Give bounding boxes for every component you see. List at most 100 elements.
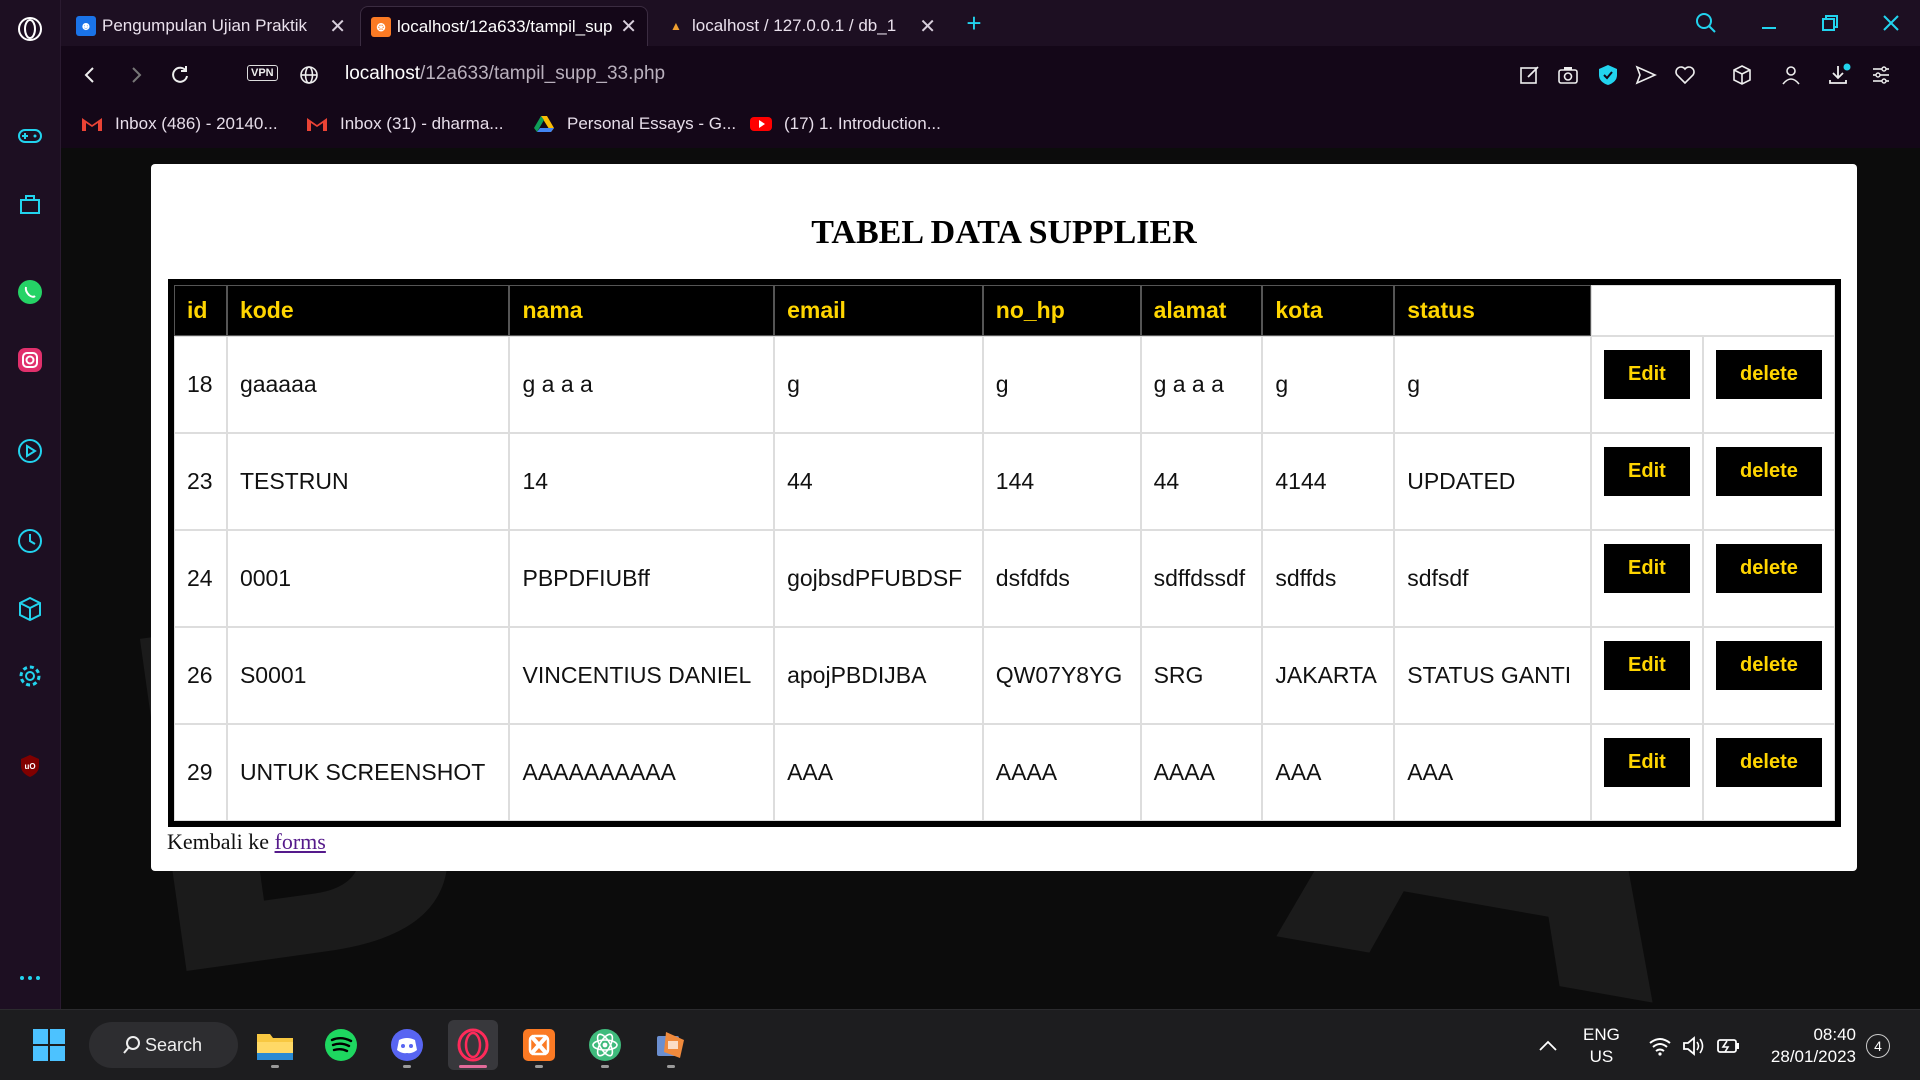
volume-icon[interactable] — [1682, 1010, 1706, 1080]
easy-setup-menu-icon[interactable] — [1868, 62, 1894, 88]
cell-status: AAA — [1394, 724, 1591, 821]
table-row: 18 gaaaaa g a a a g g g a a a g g Edit d… — [174, 336, 1835, 433]
delete-button[interactable]: delete — [1715, 447, 1822, 496]
delete-button[interactable]: delete — [1715, 641, 1822, 690]
heart-icon[interactable] — [1672, 62, 1698, 88]
edit-button[interactable]: Edit — [1603, 641, 1690, 690]
opera-gx-taskbar-icon[interactable] — [448, 1020, 498, 1070]
new-tab-plus-icon[interactable]: + — [954, 8, 994, 38]
globe-icon[interactable] — [294, 60, 324, 90]
language-indicator[interactable]: ENG US — [1583, 1010, 1620, 1080]
cell-id: 24 — [174, 530, 227, 627]
adblock-shield-icon[interactable] — [1595, 62, 1621, 88]
cell-alamat: g a a a — [1140, 336, 1263, 433]
column-header: id — [174, 285, 227, 336]
player-icon[interactable] — [14, 435, 46, 467]
back-link-line: Kembali ke forms — [167, 829, 326, 855]
download-icon[interactable] — [1826, 62, 1852, 88]
forward-arrow-icon[interactable] — [121, 60, 151, 90]
vpn-badge[interactable]: VPN — [247, 65, 278, 81]
delete-button[interactable]: delete — [1715, 544, 1822, 593]
wifi-icon[interactable] — [1648, 1010, 1672, 1080]
column-header: kota — [1262, 285, 1395, 336]
bookmark-google-drive[interactable]: Personal Essays - G... — [533, 114, 736, 134]
taskbar-search[interactable]: Search — [89, 1022, 238, 1068]
xampp-taskbar-icon[interactable] — [514, 1020, 564, 1070]
delete-button[interactable]: delete — [1715, 738, 1822, 787]
cell-kota: AAA — [1262, 724, 1395, 821]
close-tab-icon[interactable]: ✕ — [919, 14, 936, 39]
delete-button[interactable]: delete — [1715, 350, 1822, 399]
cell-status: g — [1394, 336, 1591, 433]
notification-badge[interactable]: 4 — [1866, 1010, 1890, 1080]
restore-icon[interactable] — [1810, 8, 1850, 38]
battery-charging-icon[interactable] — [1716, 1010, 1742, 1080]
close-window-icon[interactable] — [1871, 8, 1911, 38]
table-row: 24 0001 PBPDFIUBff gojbsdPFUBDSF dsfdfds… — [174, 530, 1835, 627]
cell-id: 26 — [174, 627, 227, 724]
tab-classroom[interactable]: ☻ Pengumpulan Ujian Praktik ✕ — [66, 6, 356, 46]
edit-button[interactable]: Edit — [1603, 544, 1690, 593]
close-tab-icon[interactable]: ✕ — [329, 14, 346, 39]
atom-editor-icon[interactable] — [580, 1020, 630, 1070]
bookmark-gmail-1[interactable]: Inbox (486) - 20140... — [81, 114, 278, 134]
camera-snapshot-icon[interactable] — [1555, 62, 1581, 88]
cell-status: sdfsdf — [1394, 530, 1591, 627]
spotify-icon[interactable] — [316, 1020, 366, 1070]
bookmark-youtube[interactable]: (17) 1. Introduction... — [750, 114, 941, 134]
gamepad-icon[interactable] — [14, 120, 46, 152]
reload-icon[interactable] — [165, 60, 195, 90]
more-dots-icon[interactable] — [14, 962, 46, 994]
cell-edit: Edit — [1590, 627, 1703, 724]
minimize-icon[interactable] — [1749, 8, 1789, 38]
gmail-icon — [81, 115, 103, 133]
shopping-bag-icon[interactable] — [14, 188, 46, 220]
close-tab-icon[interactable]: ✕ — [620, 14, 637, 39]
opera-logo-icon[interactable] — [14, 13, 46, 45]
bookmark-gmail-2[interactable]: Inbox (31) - dharma... — [306, 114, 503, 134]
cell-email: apojPBDIJBA — [774, 627, 983, 724]
classroom-icon: ☻ — [76, 16, 96, 36]
edit-button[interactable]: Edit — [1603, 447, 1690, 496]
cell-kode: gaaaaa — [226, 336, 510, 433]
page-viewport: B A TABEL DATA SUPPLIER id kode nama ema… — [61, 148, 1920, 1009]
tab-localhost-supplier[interactable]: ⊛ localhost/12a633/tampil_supp_33.php ✕ — [360, 6, 648, 46]
running-indicator — [403, 1065, 411, 1068]
edit-button[interactable]: Edit — [1603, 350, 1690, 399]
cell-no-hp: g — [982, 336, 1141, 433]
svg-text:uO: uO — [24, 762, 35, 771]
file-explorer-icon[interactable] — [250, 1020, 300, 1070]
tray-chevron-icon[interactable] — [1538, 1010, 1558, 1080]
taskbar: Search ENG US 08:40 28/01/2023 4 — [0, 1009, 1920, 1080]
settings-gear-icon[interactable] — [14, 660, 46, 692]
extensions-cube-icon[interactable] — [14, 593, 46, 625]
search-tabs-icon[interactable] — [1686, 8, 1726, 38]
url-field[interactable]: localhost/12a633/tampil_supp_33.php — [345, 63, 665, 85]
whatsapp-icon[interactable] — [14, 276, 46, 308]
edit-page-icon[interactable] — [1517, 62, 1543, 88]
back-arrow-icon[interactable] — [75, 60, 105, 90]
cell-alamat: SRG — [1140, 627, 1263, 724]
clock[interactable]: 08:40 28/01/2023 — [1764, 1010, 1856, 1080]
active-indicator — [459, 1065, 487, 1068]
cell-edit: Edit — [1590, 724, 1703, 821]
tab-phpmyadmin[interactable]: ▲ localhost / 127.0.0.1 / db_1 ✕ — [656, 6, 946, 46]
discord-icon[interactable] — [382, 1020, 432, 1070]
instagram-icon[interactable] — [14, 344, 46, 376]
send-arrow-icon[interactable] — [1633, 62, 1659, 88]
tab-strip: ☻ Pengumpulan Ujian Praktik ✕ ⊛ localhos… — [61, 0, 1920, 46]
phpmyadmin-icon: ▲ — [670, 19, 682, 33]
running-indicator — [601, 1065, 609, 1068]
cell-edit: Edit — [1590, 530, 1703, 627]
ublock-shield-icon[interactable]: uO — [14, 750, 46, 782]
column-header: email — [774, 285, 983, 336]
xampp-icon: ⊛ — [371, 16, 391, 37]
windows-start-icon[interactable] — [24, 1020, 74, 1070]
forms-link[interactable]: forms — [275, 829, 326, 854]
history-clock-icon[interactable] — [14, 525, 46, 557]
extensions-box-icon[interactable] — [1729, 62, 1755, 88]
app-taskbar-icon[interactable] — [646, 1020, 696, 1070]
cell-no-hp: QW07Y8YG — [982, 627, 1141, 724]
edit-button[interactable]: Edit — [1603, 738, 1690, 787]
profile-icon[interactable] — [1778, 62, 1804, 88]
